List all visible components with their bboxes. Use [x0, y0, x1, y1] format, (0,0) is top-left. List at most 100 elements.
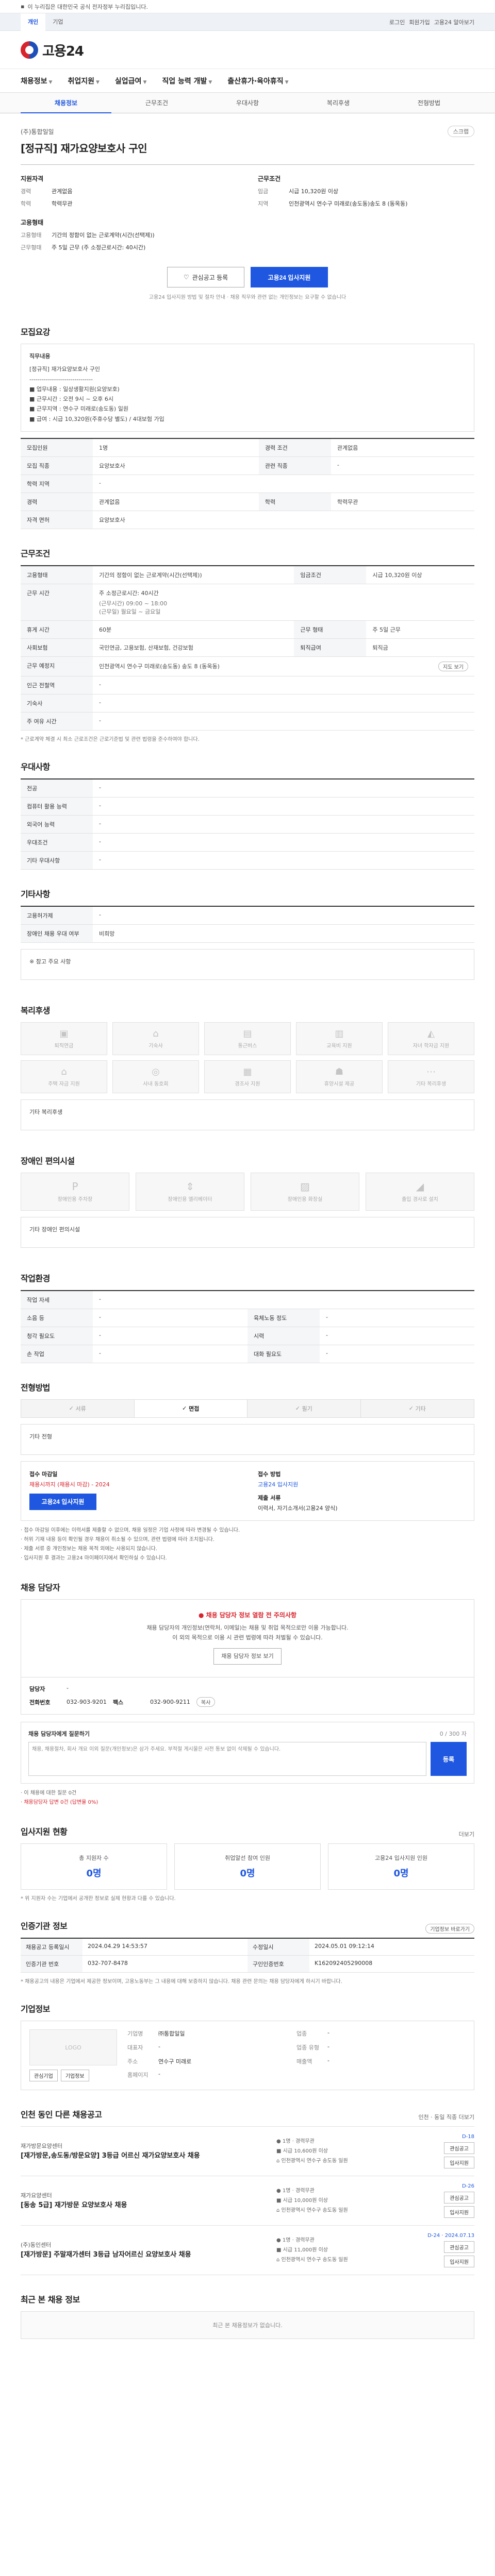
- row-key: 휴게 시간: [21, 620, 93, 639]
- welfare-label: 퇴직연금: [54, 1043, 74, 1049]
- tab-process[interactable]: 전형방법: [384, 93, 474, 113]
- about-link[interactable]: 고용24 알아보기: [434, 18, 474, 26]
- welfare-label: 기숙사: [148, 1043, 163, 1049]
- apply-button[interactable]: 고용24 입사지원: [251, 267, 328, 287]
- row-key: 육체노동 정도: [248, 1309, 320, 1327]
- chevron-down-icon: ▼: [285, 80, 289, 85]
- login-link[interactable]: 로그인: [389, 18, 405, 26]
- corp-value: -: [158, 2043, 160, 2050]
- chevron-down-icon: ▼: [95, 80, 100, 85]
- other-more-link[interactable]: 인천 · 동일 직종 더보기: [418, 2113, 474, 2121]
- row-value: 요양보호사: [93, 456, 259, 475]
- note-item: · 입사지원 후 결과는 고용24 마이페이지에서 확인하실 수 있습니다.: [21, 1555, 167, 1561]
- welfare-card: ☗ 휴양시설 제공: [296, 1060, 383, 1093]
- company-link-button[interactable]: 기업정보 바로가기: [425, 1923, 474, 1934]
- tab-conditions[interactable]: 근무조건: [111, 93, 202, 113]
- list-item[interactable]: 재가방문요양센터 [재가방문,송도동/방문요양] 3등급 어르신 재가요양보호사 …: [21, 2126, 474, 2176]
- tab-welfare[interactable]: 복리후생: [293, 93, 384, 113]
- restroom-icon: ▨: [300, 1180, 310, 1193]
- welfare-card: ◭ 자녀 학자금 지원: [388, 1022, 474, 1055]
- map-button[interactable]: 지도 보기: [438, 661, 468, 671]
- welfare-card: ▤ 통근버스: [204, 1022, 291, 1055]
- welfare-card: ⌂ 주택 자금 지원: [21, 1060, 107, 1093]
- check-icon: ✓: [408, 1405, 414, 1412]
- interest-button[interactable]: 관심공고: [444, 2241, 474, 2253]
- row-key: 사회보험: [21, 638, 93, 657]
- corp-key: 업종: [296, 2030, 307, 2038]
- corp-key: 주소: [127, 2058, 138, 2065]
- corp-value: -: [327, 2029, 329, 2037]
- add-interest-button[interactable]: ♡ 관심공고 등록: [167, 267, 244, 287]
- welfare-tip: 기타 복리후생: [29, 1108, 63, 1115]
- welfare-card: ▥ 교육비 지원: [296, 1022, 383, 1055]
- summary-value: 시급 10,320원 이상: [289, 188, 339, 195]
- oi-title[interactable]: [동송 5급] 재가방문 요양보호사 채용: [21, 2201, 269, 2210]
- scrap-button[interactable]: 스크랩: [447, 126, 474, 137]
- list-item[interactable]: 재가요양센터 [동송 5급] 재가방문 요양보호사 채용 ● 1명 · 경력무관 ■…: [21, 2176, 474, 2225]
- row-value: 학력무관: [331, 493, 474, 511]
- apply-small-button[interactable]: 입사지원: [444, 2206, 474, 2218]
- row-key: 청각 필요도: [21, 1327, 93, 1345]
- interest-button[interactable]: 관심공고: [444, 2192, 474, 2204]
- work-place-value: 인천광역시 연수구 미래로(송도동) 송도 8 (동옥동): [99, 663, 220, 670]
- apply-small-button[interactable]: 입사지원: [444, 2256, 474, 2268]
- oi-title[interactable]: [재가방문,송도동/방문요양] 3등급 어르신 재가요양보호사 채용: [21, 2151, 269, 2161]
- qna-box: 채용 담당자에게 질문하기 0 / 300 자 채용, 채용절차, 회사 개요 이…: [21, 1722, 474, 1784]
- signup-link[interactable]: 회원가입: [409, 18, 430, 26]
- nav-item-benefit[interactable]: 실업급여 ▼: [115, 76, 146, 86]
- tab-personal[interactable]: 개인: [21, 13, 46, 31]
- welfare-label: 경조사 지원: [235, 1081, 260, 1087]
- tab-recruit[interactable]: 채용정보: [21, 93, 111, 113]
- nav-item-support[interactable]: 취업지원 ▼: [68, 76, 99, 86]
- deadline-value: 채용시까지 (채용시 마감) - 2024: [29, 1481, 110, 1488]
- apply-small-button[interactable]: 입사지원: [444, 2157, 474, 2169]
- nav-item-leave[interactable]: 출산휴가·육아휴직 ▼: [227, 76, 288, 86]
- tab-company[interactable]: 기업: [45, 13, 70, 31]
- list-item[interactable]: (주)동인센터 [재가방문] 주말재가센터 3등급 남자어르신 요양보호사 채용 …: [21, 2225, 474, 2276]
- tab-preference[interactable]: 우대사항: [202, 93, 293, 113]
- table-row: 휴게 시간 60분 근무 형태 주 5일 근무: [21, 620, 474, 639]
- row-value: -: [320, 1327, 474, 1345]
- row-value: -: [93, 906, 474, 925]
- logo-text[interactable]: 고용24: [42, 41, 84, 60]
- nav-item-jobs[interactable]: 채용정보 ▼: [21, 76, 52, 86]
- summary-heading: 근무조건: [258, 175, 281, 182]
- corp-key: 대표자: [127, 2044, 143, 2051]
- company-info-button[interactable]: 기업정보: [60, 2070, 89, 2082]
- logo-icon[interactable]: [21, 41, 38, 59]
- corp-value: -: [327, 2057, 329, 2064]
- stats-more-link[interactable]: 더보기: [459, 1830, 474, 1838]
- disabled-tip: 기타 장애인 편의시설: [29, 1226, 80, 1233]
- interest-button[interactable]: 관심공고: [444, 2142, 474, 2155]
- welfare-card: ◎ 사내 동호회: [112, 1060, 199, 1093]
- interest-company-button[interactable]: 관심기업: [29, 2070, 58, 2082]
- show-manager-button[interactable]: 채용 담당자 정보 보기: [213, 1648, 282, 1665]
- work-note: * 근로계약 체결 시 최소 근로조건은 근로기준법 및 관련 법령을 준수하여…: [21, 736, 200, 742]
- company-name[interactable]: (주)통합일일: [21, 127, 54, 136]
- oi-meta: ● 1명 · 경력무관: [276, 2188, 315, 2194]
- qna-textarea[interactable]: 채용, 채용절차, 회사 개요 이외 질문(개인정보)은 삼가 주세요. 부적절…: [28, 1742, 426, 1776]
- copy-button[interactable]: 복사: [196, 1697, 216, 1707]
- apply-button-2[interactable]: 고용24 입사지원: [29, 1493, 96, 1510]
- row-key: 인근 전철역: [21, 676, 93, 694]
- qna-notes: · 이 채용에 대한 질문 0건 · 채용담당자 답변 0건 (답변율 0%): [21, 1789, 474, 1807]
- info-key: 수정일시: [248, 1939, 309, 1956]
- main-nav: 채용정보 ▼ 취업지원 ▼ 실업급여 ▼ 직업 능력 개발 ▼ 출산휴가·육아휴직 ▼: [0, 69, 495, 93]
- table-row: 근무 예정지 인천광역시 연수구 미래로(송도동) 송도 8 (동옥동) 지도 보기: [21, 656, 474, 676]
- nav-item-training[interactable]: 직업 능력 개발 ▼: [162, 76, 212, 86]
- row-value: 관계없음: [331, 438, 474, 457]
- row-value: -: [93, 815, 474, 834]
- row-value: -: [331, 456, 474, 475]
- info-value: 2024.04.29 14:53:57: [82, 1939, 248, 1956]
- desc-line: ■ 근무시간 : 오전 9시 ~ 오후 6시: [29, 396, 113, 402]
- qna-submit-button[interactable]: 등록: [431, 1742, 467, 1776]
- other-jobs-list: 재가방문요양센터 [재가방문,송도동/방문요양] 3등급 어르신 재가요양보호사 …: [21, 2126, 474, 2276]
- oi-title[interactable]: [재가방문] 주말재가센터 3등급 남자어르신 요양보호사 채용: [21, 2250, 269, 2260]
- step-label: 서류: [75, 1405, 86, 1412]
- facility-label: 장애인용 주차장: [57, 1197, 93, 1203]
- graduation-icon: ◭: [427, 1028, 435, 1039]
- method-heading: 접수 방법: [258, 1470, 281, 1478]
- note-item: · 이 채용에 대한 질문 0건: [21, 1790, 77, 1797]
- row-value: 60분: [93, 620, 294, 639]
- table-row: 경력 관계없음 학력 학력무관: [21, 493, 474, 511]
